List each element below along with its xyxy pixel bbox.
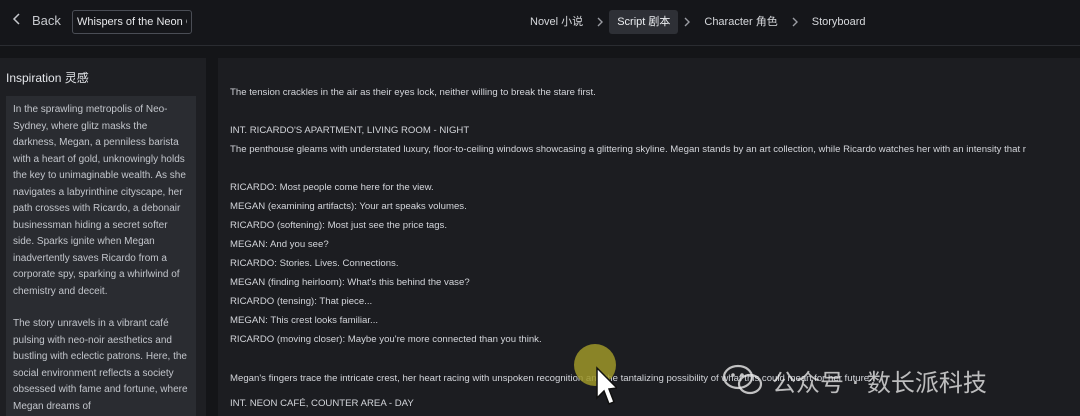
dialogue-line: MEGAN (finding heirloom): What's this be… xyxy=(230,277,470,288)
script-line: The penthouse gleams with understated lu… xyxy=(230,144,1026,155)
scene-heading: INT. NEON CAFÉ, COUNTER AREA - DAY xyxy=(230,398,414,409)
chevron-left-icon xyxy=(10,12,24,29)
chevron-right-icon xyxy=(788,15,802,29)
back-label: Back xyxy=(32,13,61,28)
dialogue-line: RICARDO (moving closer): Maybe you're mo… xyxy=(230,334,542,345)
wechat-icon xyxy=(722,364,763,395)
inspiration-paragraph: The story unravels in a vibrant café pul… xyxy=(13,318,188,412)
tab-script[interactable]: Script 剧本 xyxy=(609,10,679,34)
dialogue-line: MEGAN (examining artifacts): Your art sp… xyxy=(230,201,467,212)
script-line: The tension crackles in the air as their… xyxy=(230,87,596,98)
top-bar: Back Novel 小说 Script 剧本 Character 角色 Sto… xyxy=(0,0,1080,46)
inspiration-paragraph: In the sprawling metropolis of Neo-Sydne… xyxy=(13,104,186,297)
project-title-input[interactable] xyxy=(72,10,192,34)
dialogue-line: MEGAN: This crest looks familiar... xyxy=(230,315,379,326)
tab-novel[interactable]: Novel 小说 xyxy=(522,10,591,34)
chevron-right-icon xyxy=(593,15,607,29)
scene-heading: INT. RICARDO'S APARTMENT, LIVING ROOM - … xyxy=(230,125,470,136)
dialogue-line: RICARDO: Most people come here for the v… xyxy=(230,182,434,193)
watermark-text: 公众号 · 数长派科技 xyxy=(772,368,987,397)
dialogue-line: RICARDO: Stories. Lives. Connections. xyxy=(230,258,399,269)
dialogue-line: MEGAN: And you see? xyxy=(230,239,329,250)
tab-character[interactable]: Character 角色 xyxy=(696,10,785,34)
mouse-pointer-icon xyxy=(596,366,617,405)
inspiration-title: Inspiration 灵感 xyxy=(6,71,89,85)
inspiration-text-box[interactable]: In the sprawling metropolis of Neo-Sydne… xyxy=(6,96,196,416)
workflow-steps: Novel 小说 Script 剧本 Character 角色 Storyboa… xyxy=(522,10,874,34)
inspiration-panel: Inspiration 灵感 In the sprawling metropol… xyxy=(0,58,206,416)
tab-storyboard[interactable]: Storyboard xyxy=(804,10,874,34)
chevron-right-icon xyxy=(680,15,694,29)
watermark: 公众号 · 数长派科技 xyxy=(722,350,987,410)
dialogue-line: RICARDO (softening): Most just see the p… xyxy=(230,220,448,231)
back-button[interactable]: Back xyxy=(10,12,61,29)
dialogue-line: RICARDO (tensing): That piece... xyxy=(230,296,373,307)
